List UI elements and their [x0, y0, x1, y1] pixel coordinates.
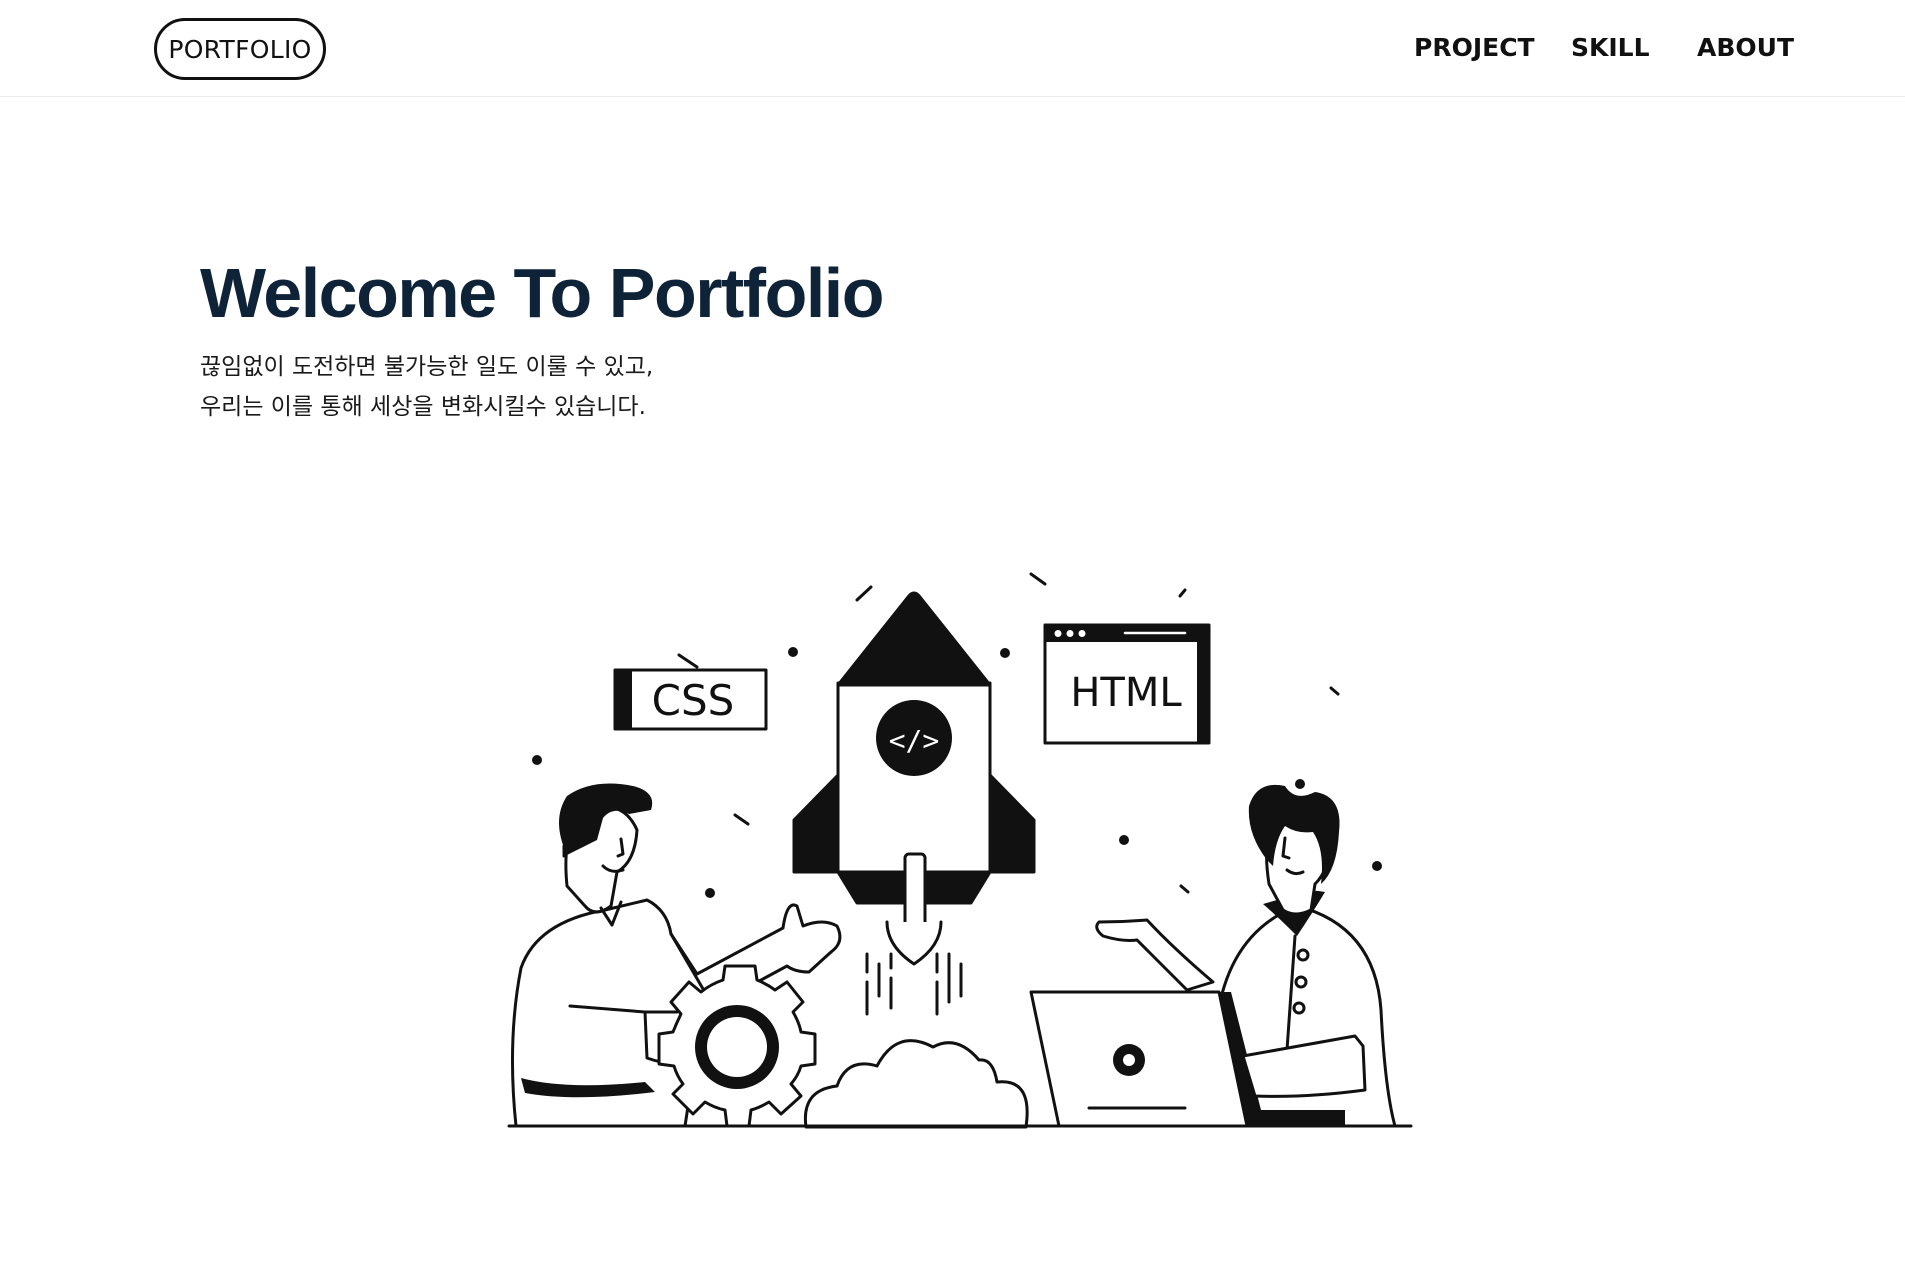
hero-title: Welcome To Portfolio: [200, 254, 885, 332]
hero-subtitle-line-1: 끊임없이 도전하면 불가능한 일도 이룰 수 있고,: [200, 354, 654, 380]
hero-subtitle: 끊임없이 도전하면 불가능한 일도 이룰 수 있고, 우리는 이를 통해 세상을…: [200, 347, 900, 427]
code-symbol: </>: [889, 724, 940, 757]
nav-skill-link[interactable]: SKILL: [1571, 30, 1650, 66]
gear-icon: [657, 964, 817, 1128]
cloud: [803, 1039, 1029, 1129]
nav-about-link[interactable]: ABOUT: [1697, 30, 1794, 66]
html-window-label: HTML: [1070, 670, 1182, 716]
css-badge: CSS: [613, 668, 768, 731]
site-header: PORTFOLIO PROJECT SKILL ABOUT: [0, 0, 1905, 97]
html-window: HTML: [1043, 623, 1211, 745]
hero-subtitle-line-2: 우리는 이를 통해 세상을 변화시킬수 있습니다.: [200, 394, 646, 420]
css-badge-label: CSS: [652, 676, 735, 725]
hero-illustration: CSS HTML </>: [507, 572, 1413, 1129]
nav-project-link[interactable]: PROJECT: [1414, 30, 1535, 66]
logo-button[interactable]: PORTFOLIO: [154, 18, 326, 80]
